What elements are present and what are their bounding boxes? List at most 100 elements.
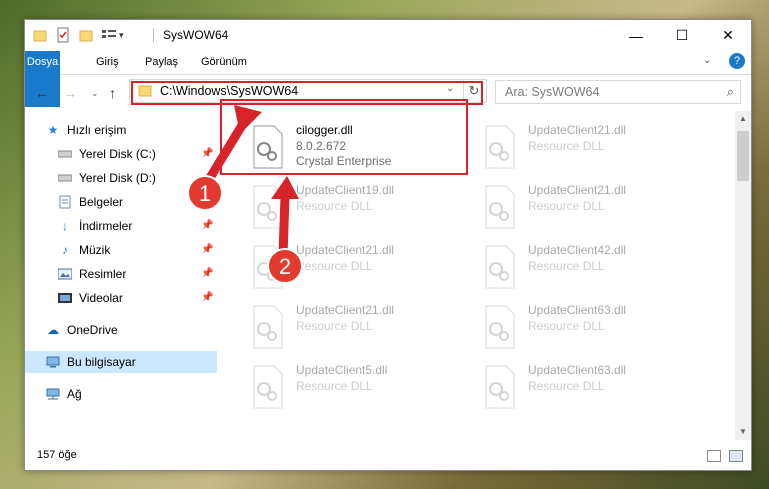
drive-icon bbox=[57, 146, 73, 162]
tab-share[interactable]: Paylaş bbox=[134, 51, 189, 74]
sidebar-item-label: Bu bilgisayar bbox=[67, 355, 136, 369]
close-button[interactable]: ✕ bbox=[705, 20, 751, 51]
vertical-scrollbar[interactable]: ▲ ▼ bbox=[735, 111, 751, 440]
file-item[interactable]: UpdateClient21.dll Resource DLL bbox=[250, 299, 470, 355]
file-type: Resource DLL bbox=[528, 319, 605, 333]
documents-icon bbox=[57, 194, 73, 210]
scroll-up-icon[interactable]: ▲ bbox=[735, 111, 751, 127]
file-name: UpdateClient21.dll bbox=[528, 183, 627, 197]
file-name: UpdateClient19.dll bbox=[296, 183, 395, 197]
file-item[interactable]: UpdateClient63.dll Resource DLL bbox=[482, 299, 722, 355]
scroll-down-icon[interactable]: ▼ bbox=[735, 424, 751, 440]
file-item[interactable]: UpdateClient21.dll Resource DLL bbox=[482, 179, 722, 235]
navigation-pane: ★ Hızlı erişim Yerel Disk (C:) 📌 Yerel D… bbox=[25, 111, 219, 440]
dll-file-icon bbox=[253, 365, 283, 409]
new-folder-icon[interactable] bbox=[79, 28, 93, 42]
forward-arrow-icon[interactable]: → bbox=[63, 85, 77, 101]
up-arrow-icon[interactable]: ↑ bbox=[109, 85, 116, 101]
sidebar-item-videos[interactable]: Videolar bbox=[57, 287, 123, 309]
dll-file-icon bbox=[253, 245, 283, 289]
help-icon[interactable]: ? bbox=[729, 53, 745, 69]
sidebar-item-label: Müzik bbox=[79, 243, 111, 257]
sidebar-item-label: OneDrive bbox=[67, 323, 118, 337]
sidebar-item-this-pc[interactable]: Bu bilgisayar bbox=[25, 351, 217, 373]
folder-icon bbox=[33, 30, 47, 42]
search-box[interactable]: Ara: SysWOW64 ⌕ bbox=[495, 80, 741, 104]
status-bar: 157 öğe bbox=[25, 444, 751, 470]
file-type: Resource DLL bbox=[528, 259, 605, 273]
details-view-icon[interactable] bbox=[707, 450, 721, 462]
pin-icon: 📌 bbox=[201, 268, 214, 279]
view-options-icon[interactable] bbox=[101, 28, 117, 42]
file-type: Resource DLL bbox=[296, 259, 373, 273]
network-icon bbox=[45, 386, 61, 402]
tab-home[interactable]: Giriş bbox=[85, 51, 130, 74]
properties-icon[interactable] bbox=[55, 27, 71, 43]
sidebar-item-network[interactable]: Ağ bbox=[45, 383, 82, 405]
maximize-button[interactable]: ☐ bbox=[659, 20, 705, 51]
sidebar-item-label: Belgeler bbox=[79, 195, 124, 209]
sidebar-item-music[interactable]: ♪ Müzik bbox=[57, 239, 110, 261]
sidebar-item-local-disk-c[interactable]: Yerel Disk (C:) bbox=[57, 143, 156, 165]
sidebar-item-label: Yerel Disk (C:) bbox=[79, 147, 156, 161]
scrollbar-thumb[interactable] bbox=[737, 131, 749, 181]
pin-icon: 📌 bbox=[201, 244, 214, 255]
file-type: Resource DLL bbox=[296, 379, 373, 393]
star-icon: ★ bbox=[47, 123, 59, 137]
sidebar-item-label: İndirmeler bbox=[79, 219, 133, 233]
pin-icon: 📌 bbox=[201, 292, 214, 303]
title-bar: ▾ SysWOW64 — ☐ ✕ bbox=[25, 20, 751, 51]
dll-file-icon bbox=[485, 365, 515, 409]
customize-dropdown-icon[interactable]: ▾ bbox=[119, 30, 124, 41]
pictures-icon bbox=[57, 266, 73, 282]
videos-icon bbox=[57, 290, 73, 306]
tab-view[interactable]: Görünüm bbox=[190, 51, 258, 74]
dll-file-icon bbox=[253, 185, 283, 229]
sidebar-item-pictures[interactable]: Resimler bbox=[57, 263, 126, 285]
file-name: UpdateClient21.dll bbox=[296, 243, 395, 257]
sidebar-item-quick-access[interactable]: ★ Hızlı erişim bbox=[45, 119, 127, 141]
file-name: UpdateClient21.dll bbox=[528, 123, 627, 137]
back-arrow-icon[interactable]: ← bbox=[35, 85, 49, 101]
file-item[interactable]: UpdateClient63.dll Resource DLL bbox=[482, 359, 722, 415]
file-name: UpdateClient63.dll bbox=[528, 303, 627, 317]
file-type: Resource DLL bbox=[528, 379, 605, 393]
dll-file-icon bbox=[485, 125, 515, 169]
pin-icon: 📌 bbox=[201, 148, 214, 159]
sidebar-item-label: Hızlı erişim bbox=[67, 123, 127, 137]
ribbon-expand-icon[interactable]: ⌄ bbox=[703, 55, 711, 66]
pin-icon: 📌 bbox=[201, 220, 214, 231]
search-placeholder[interactable]: Ara: SysWOW64 bbox=[505, 85, 599, 99]
file-item[interactable]: UpdateClient21.dll Resource DLL bbox=[250, 239, 470, 295]
quick-access-toolbar: ▾ bbox=[33, 26, 124, 44]
item-count: 157 öğe bbox=[37, 449, 77, 461]
sidebar-item-label: Resimler bbox=[79, 267, 127, 281]
sidebar-item-local-disk-d[interactable]: Yerel Disk (D:) bbox=[57, 167, 156, 189]
file-item[interactable]: UpdateClient42.dll Resource DLL bbox=[482, 239, 722, 295]
window-title: SysWOW64 bbox=[163, 28, 229, 42]
ribbon-tabs: Dosya Giriş Paylaş Görünüm ⌄ ? bbox=[25, 51, 751, 107]
file-type: Resource DLL bbox=[296, 319, 373, 333]
file-name: UpdateClient63.dll bbox=[528, 363, 627, 377]
file-item[interactable]: UpdateClient19.dll Resource DLL bbox=[250, 179, 470, 235]
sidebar-item-documents[interactable]: Belgeler bbox=[57, 191, 123, 213]
sidebar-item-downloads[interactable]: ↓ İndirmeler bbox=[57, 215, 132, 237]
file-type: Resource DLL bbox=[528, 139, 605, 153]
download-icon: ↓ bbox=[62, 219, 68, 233]
sidebar-item-label: Videolar bbox=[79, 291, 123, 305]
search-icon[interactable]: ⌕ bbox=[727, 84, 734, 100]
file-name: UpdateClient21.dll bbox=[296, 303, 395, 317]
file-item[interactable]: UpdateClient5.dll Resource DLL bbox=[250, 359, 470, 415]
file-type: Resource DLL bbox=[296, 199, 373, 213]
sidebar-item-onedrive[interactable]: ☁ OneDrive bbox=[45, 319, 118, 341]
dll-file-icon bbox=[485, 185, 515, 229]
cloud-icon: ☁ bbox=[47, 323, 59, 337]
explorer-window: ▾ SysWOW64 — ☐ ✕ Dosya Giriş Paylaş Görü… bbox=[24, 19, 752, 471]
file-item[interactable]: UpdateClient21.dll Resource DLL bbox=[482, 119, 722, 175]
dll-file-icon bbox=[253, 305, 283, 349]
file-highlight-box bbox=[220, 99, 468, 175]
file-name: UpdateClient42.dll bbox=[528, 243, 627, 257]
recent-locations-icon[interactable]: ⌄ bbox=[91, 88, 99, 99]
minimize-button[interactable]: — bbox=[613, 20, 659, 51]
large-icons-view-icon[interactable] bbox=[729, 450, 743, 462]
